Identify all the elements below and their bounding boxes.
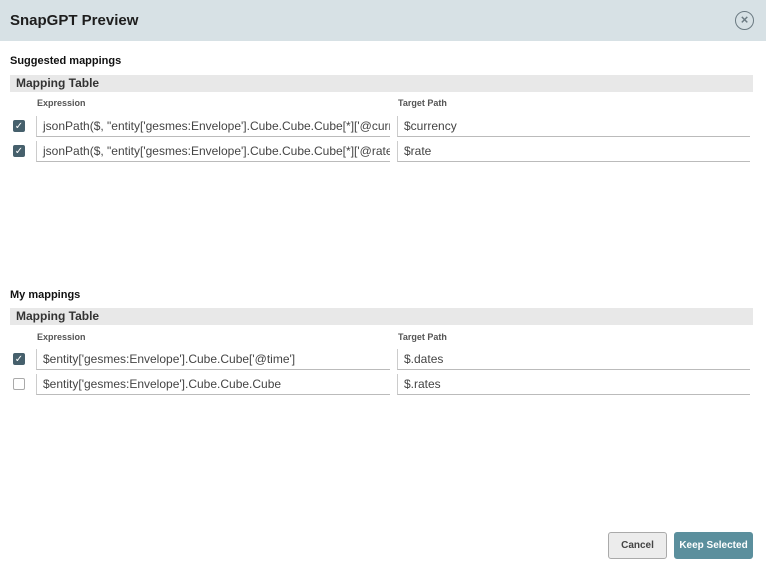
row-checkbox[interactable] bbox=[13, 378, 25, 390]
expression-input[interactable]: $entity['gesmes:Envelope'].Cube.Cube.Cub… bbox=[36, 374, 390, 395]
dialog-title: SnapGPT Preview bbox=[10, 12, 139, 29]
row-checkbox[interactable]: ✓ bbox=[13, 120, 25, 132]
expression-input[interactable]: $entity['gesmes:Envelope'].Cube.Cube['@t… bbox=[36, 349, 390, 370]
target-path-input[interactable]: $currency bbox=[397, 116, 750, 137]
target-path-input[interactable]: $.rates bbox=[397, 374, 750, 395]
my-col-expression: Expression bbox=[37, 332, 86, 342]
row-checkbox[interactable]: ✓ bbox=[13, 145, 25, 157]
expression-input[interactable]: jsonPath($, "entity['gesmes:Envelope'].C… bbox=[36, 116, 390, 137]
suggested-col-target: Target Path bbox=[398, 98, 447, 108]
cancel-button[interactable]: Cancel bbox=[608, 532, 667, 559]
my-col-target: Target Path bbox=[398, 332, 447, 342]
target-path-input[interactable]: $rate bbox=[397, 141, 750, 162]
my-table-title: Mapping Table bbox=[10, 308, 753, 325]
expression-input[interactable]: jsonPath($, "entity['gesmes:Envelope'].C… bbox=[36, 141, 390, 162]
dialog-header: SnapGPT Preview × bbox=[0, 0, 766, 41]
close-icon[interactable]: × bbox=[735, 11, 754, 30]
my-heading: My mappings bbox=[10, 289, 81, 301]
suggested-heading: Suggested mappings bbox=[10, 55, 122, 67]
row-checkbox[interactable]: ✓ bbox=[13, 353, 25, 365]
target-path-input[interactable]: $.dates bbox=[397, 349, 750, 370]
suggested-table-title: Mapping Table bbox=[10, 75, 753, 92]
suggested-col-expression: Expression bbox=[37, 98, 86, 108]
keep-selected-button[interactable]: Keep Selected bbox=[674, 532, 753, 559]
